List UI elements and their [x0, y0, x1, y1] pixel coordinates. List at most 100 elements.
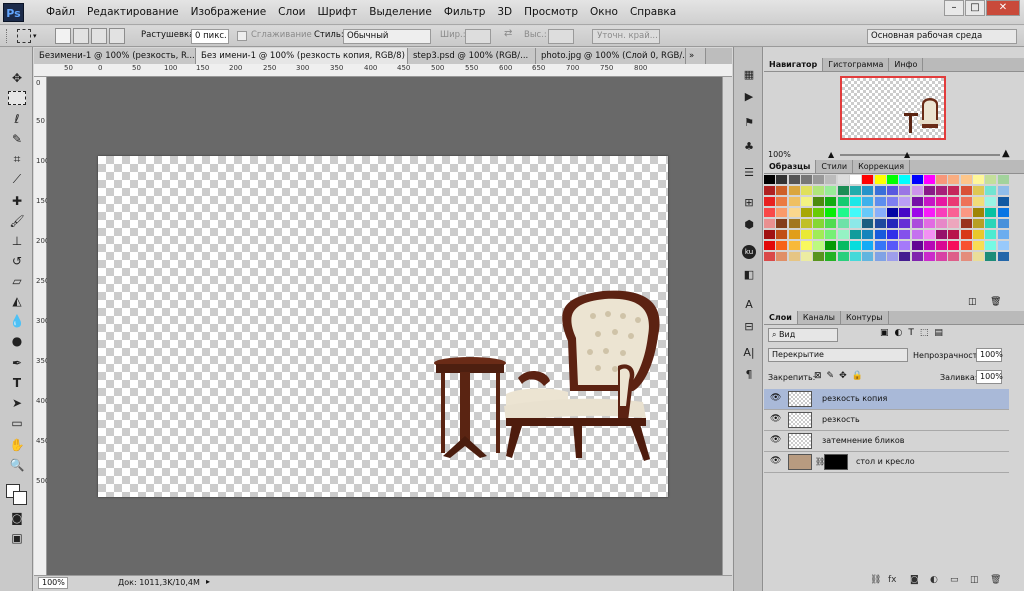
swatch[interactable] — [948, 186, 960, 195]
swatch[interactable] — [850, 208, 862, 217]
swatch[interactable] — [850, 186, 862, 195]
swatch[interactable] — [923, 241, 935, 250]
swatch[interactable] — [862, 252, 874, 261]
swatch[interactable] — [764, 230, 775, 239]
tab-doc-3[interactable]: step3.psd @ 100% (RGB/... — [408, 48, 536, 64]
layer-row[interactable]: 👁 резкость копия — [764, 389, 1009, 410]
swatch[interactable] — [764, 175, 775, 184]
paragraph-styles-icon[interactable]: ⊞ — [740, 195, 758, 211]
swatch[interactable] — [899, 175, 911, 184]
swatch[interactable] — [948, 230, 960, 239]
background-color-icon[interactable] — [13, 491, 27, 505]
swatch[interactable] — [948, 241, 960, 250]
layer-filter-select[interactable]: ⌕ Вид — [768, 328, 838, 342]
swatch[interactable] — [788, 186, 800, 195]
swatch[interactable] — [960, 208, 972, 217]
timeline-icon[interactable]: ⊟ — [740, 319, 758, 335]
delete-swatch-icon[interactable]: 🗑 — [990, 297, 1001, 307]
fx-icon[interactable]: fx — [888, 575, 897, 585]
swatch[interactable] — [776, 230, 788, 239]
swatch[interactable] — [997, 219, 1009, 228]
minimize-icon[interactable]: – — [944, 0, 964, 16]
swatch[interactable] — [850, 175, 862, 184]
add-mask-icon[interactable]: ◙ — [910, 575, 919, 585]
vertical-scrollbar[interactable] — [722, 77, 732, 575]
intersect-selection-icon[interactable] — [109, 28, 125, 44]
swatch[interactable] — [850, 252, 862, 261]
swatch[interactable] — [874, 197, 886, 206]
swatch[interactable] — [886, 230, 898, 239]
swatch[interactable] — [850, 241, 862, 250]
swatch[interactable] — [886, 219, 898, 228]
swatch[interactable] — [776, 197, 788, 206]
swatch[interactable] — [923, 175, 935, 184]
swatch[interactable] — [862, 197, 874, 206]
swatch[interactable] — [923, 197, 935, 206]
eye-icon[interactable]: 👁 — [770, 456, 781, 466]
swatch[interactable] — [948, 219, 960, 228]
swatch[interactable] — [813, 208, 825, 217]
swatch[interactable] — [936, 230, 948, 239]
menu-layers[interactable]: Слои — [272, 0, 311, 25]
swatch[interactable] — [850, 197, 862, 206]
swatch[interactable] — [825, 197, 837, 206]
marquee-tool-icon[interactable] — [8, 91, 26, 105]
swatch[interactable] — [837, 197, 849, 206]
status-menu-icon[interactable]: ▸ — [206, 577, 210, 586]
brush-tool-icon[interactable]: 🖌 — [7, 212, 27, 230]
opacity-input[interactable]: 100% — [976, 348, 1003, 362]
actions-panel-icon[interactable]: ▶ — [740, 89, 758, 105]
swatch[interactable] — [800, 186, 812, 195]
swatch[interactable] — [960, 252, 972, 261]
swatch[interactable] — [911, 219, 923, 228]
blend-mode-select[interactable]: Перекрытие — [768, 348, 908, 362]
swatch[interactable] — [800, 230, 812, 239]
swatch[interactable] — [825, 175, 837, 184]
swatch[interactable] — [825, 252, 837, 261]
eyedropper-tool-icon[interactable]: ⟋ — [7, 170, 27, 188]
tab-doc-1[interactable]: Безимени-1 @ 100% (резкость, R... — [34, 48, 196, 64]
swatch[interactable] — [800, 175, 812, 184]
menu-image[interactable]: Изображение — [185, 0, 273, 25]
crop-tool-icon[interactable]: ⌗ — [7, 150, 27, 168]
swatch[interactable] — [960, 197, 972, 206]
new-group-icon[interactable]: ▭ — [950, 575, 959, 585]
swatch[interactable] — [960, 219, 972, 228]
swatch[interactable] — [776, 241, 788, 250]
swatch[interactable] — [813, 241, 825, 250]
swatch[interactable] — [764, 208, 775, 217]
lock-icons[interactable]: ⊠✎✥🔒 — [814, 371, 868, 381]
swatch[interactable] — [936, 252, 948, 261]
swatch[interactable] — [923, 208, 935, 217]
swatch[interactable] — [985, 186, 997, 195]
swatch[interactable] — [800, 208, 812, 217]
swatch[interactable] — [788, 208, 800, 217]
tab-channels[interactable]: Каналы — [798, 311, 841, 324]
swatch[interactable] — [948, 252, 960, 261]
kuler-icon[interactable]: ku — [742, 245, 756, 259]
swatch[interactable] — [837, 241, 849, 250]
swatch[interactable] — [911, 252, 923, 261]
swatch[interactable] — [764, 186, 775, 195]
tabs-overflow-icon[interactable]: » — [686, 48, 706, 64]
swatch[interactable] — [911, 175, 923, 184]
zoom-slider[interactable] — [840, 154, 1000, 156]
fill-input[interactable]: 100% — [976, 370, 1003, 384]
swatch[interactable] — [886, 175, 898, 184]
swatch[interactable] — [825, 219, 837, 228]
close-icon[interactable]: ✕ — [986, 0, 1020, 16]
swatch[interactable] — [850, 219, 862, 228]
swatch[interactable] — [997, 197, 1009, 206]
swatch[interactable] — [825, 186, 837, 195]
swatch[interactable] — [985, 252, 997, 261]
swatch[interactable] — [874, 219, 886, 228]
swatch[interactable] — [997, 252, 1009, 261]
delete-layer-icon[interactable]: 🗑 — [990, 575, 1001, 585]
swatch[interactable] — [813, 252, 825, 261]
maximize-icon[interactable]: □ — [965, 0, 985, 16]
swatch[interactable] — [973, 219, 985, 228]
swatch[interactable] — [825, 208, 837, 217]
eraser-tool-icon[interactable]: ▱ — [7, 272, 27, 290]
swatch[interactable] — [776, 186, 788, 195]
swatch[interactable] — [899, 219, 911, 228]
